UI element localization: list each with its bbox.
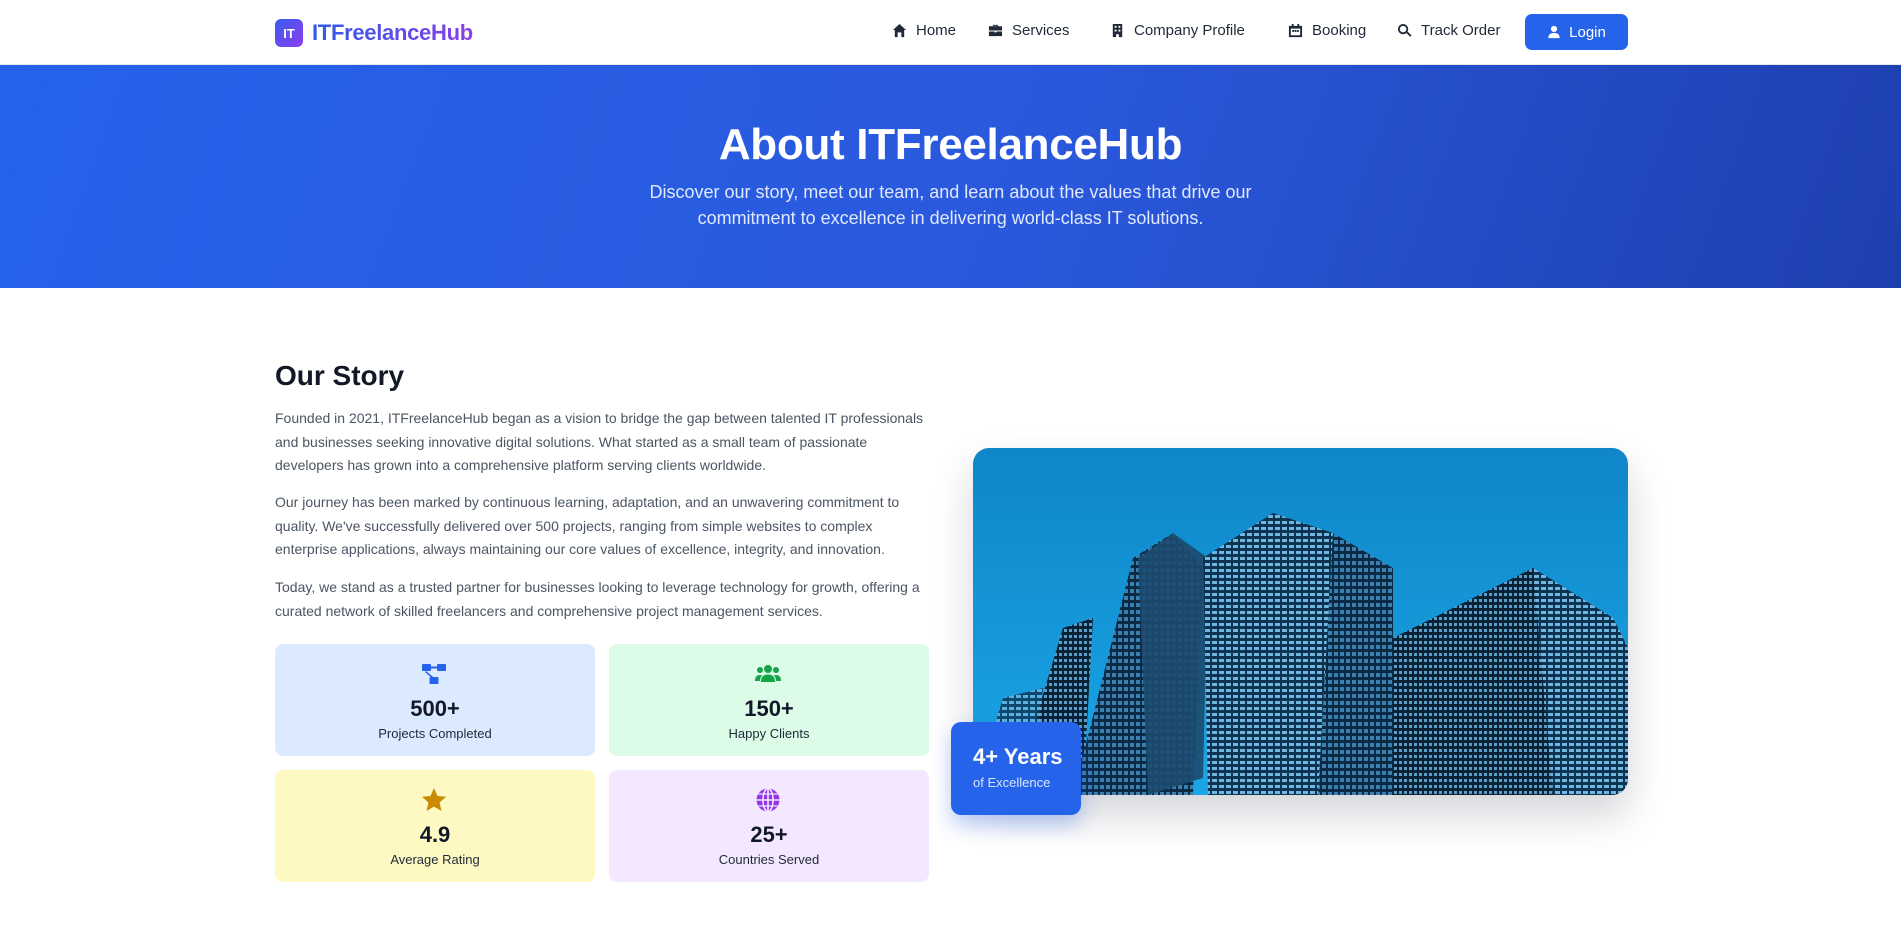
stat-label: Projects Completed [378,726,492,741]
stat-label: Happy Clients [728,726,810,741]
nav-item-services[interactable]: Services [988,22,1070,39]
story-paragraph: Our journey has been marked by continuou… [275,494,900,557]
stat-label: Average Rating [390,852,480,867]
section-title: Our Story [275,360,405,391]
star-icon [422,788,446,811]
nav-item-label: Home [916,22,957,39]
globe-icon [756,787,780,813]
experience-badge: 4+ Years of Excellence [951,722,1081,815]
search-icon [1397,23,1412,37]
login-button[interactable]: Login [1525,14,1628,50]
users-icon [755,665,781,682]
calendar-icon [1288,23,1303,38]
page-title: About ITFreelanceHub [718,120,1183,169]
stat-label: Countries Served [718,852,820,867]
stat-value: 4.9 [419,822,451,847]
nav-item-track-order[interactable]: Track Order [1397,22,1500,39]
badge-value: 4+ Years [973,744,1063,769]
story-paragraph: Today, we stand as a trusted partner for… [275,579,920,619]
building-icon [1112,23,1123,38]
project-diagram-icon [422,664,446,684]
nav-item-label: Track Order [1421,22,1501,39]
stat-value: 25+ [750,822,788,847]
nav-item-label: Booking [1312,22,1367,39]
stat-card-rating: 4.9 Average Rating [275,770,595,882]
home-icon [892,23,907,38]
stat-value: 500+ [410,696,460,721]
nav-item-booking[interactable]: Booking [1288,22,1366,39]
badge-label: of Excellence [973,775,1051,790]
brand-name: ITFreelanceHub [312,20,473,45]
stat-card-projects: 500+ Projects Completed [275,644,595,756]
briefcase-icon [988,24,1003,37]
stat-value: 150+ [744,696,794,721]
hero-banner: About ITFreelanceHub Discover our story,… [0,65,1901,288]
stat-card-countries: 25+ Countries Served [609,770,929,882]
user-icon [1548,25,1560,39]
login-button-label: Login [1569,23,1606,41]
brand-logo[interactable]: IT ITFreelanceHub [275,18,473,48]
nav-item-home[interactable]: Home [892,22,956,39]
nav-item-label: Company Profile [1134,22,1245,39]
nav-item-label: Services [1012,22,1070,39]
brand-mark-icon: IT [275,19,303,47]
top-navbar: IT ITFreelanceHub Home Services Company … [0,0,1901,65]
stat-card-clients: 150+ Happy Clients [609,644,929,756]
hero-subtitle: Discover our story, meet our team, and l… [649,182,1252,228]
story-paragraph: Founded in 2021, ITFreelanceHub began as… [275,410,924,473]
nav-item-company-profile[interactable]: Company Profile [1110,22,1245,39]
